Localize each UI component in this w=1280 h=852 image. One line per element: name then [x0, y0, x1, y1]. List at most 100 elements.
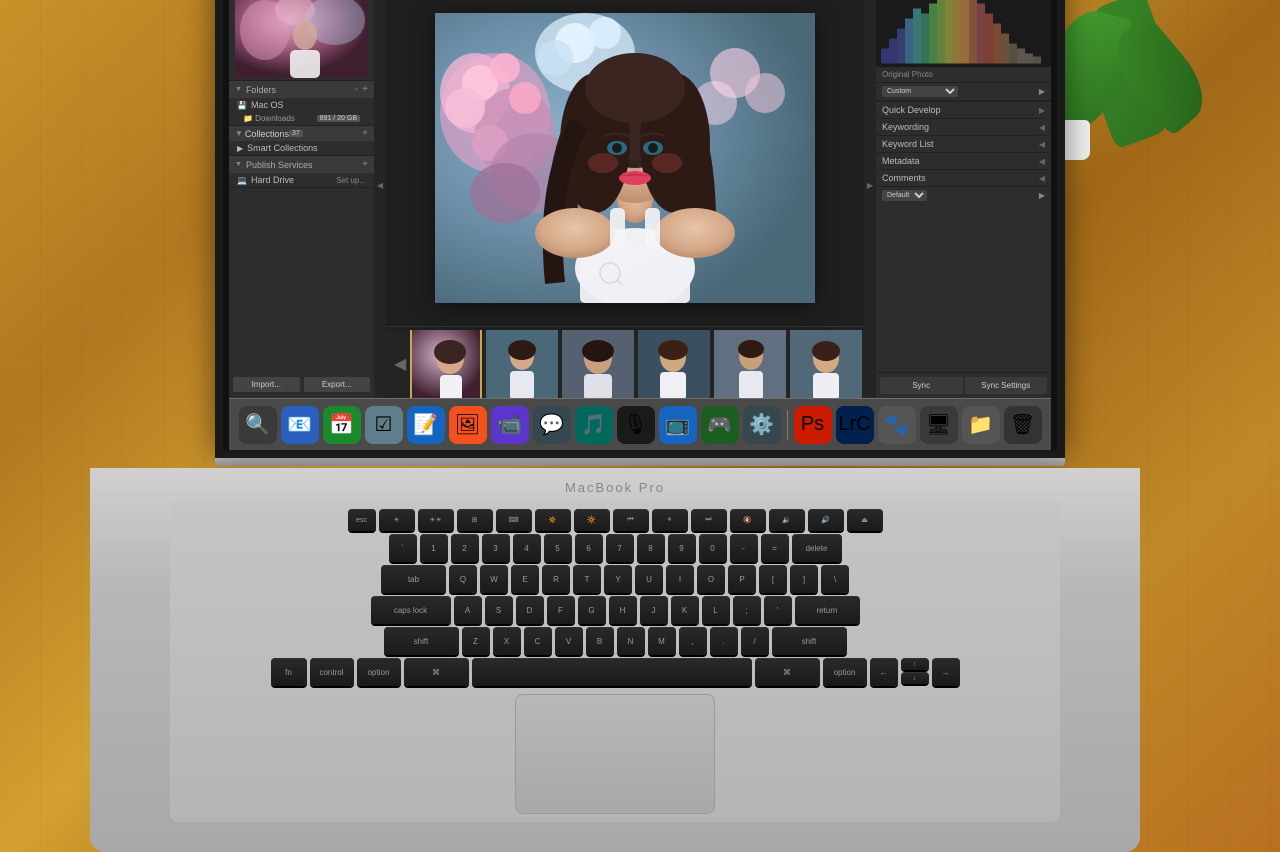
key-u[interactable]: U: [635, 565, 663, 593]
key-2[interactable]: 2: [451, 534, 479, 562]
folders-minus[interactable]: -: [355, 84, 358, 95]
dock-settings[interactable]: ⚙️: [743, 406, 781, 444]
quick-develop-section[interactable]: Quick Develop ▶: [876, 101, 1051, 118]
key-6[interactable]: 6: [575, 534, 603, 562]
key-lbracket[interactable]: [: [759, 565, 787, 593]
key-1[interactable]: 1: [420, 534, 448, 562]
dock-finder[interactable]: 🔍: [239, 406, 277, 444]
key-i[interactable]: I: [666, 565, 694, 593]
key-f5[interactable]: 🔅: [535, 509, 571, 531]
dock-podcasts[interactable]: 🎙: [617, 406, 655, 444]
key-q[interactable]: Q: [449, 565, 477, 593]
key-f4[interactable]: ⌨: [496, 509, 532, 531]
key-l[interactable]: L: [702, 596, 730, 624]
key-e[interactable]: E: [511, 565, 539, 593]
dock-trash[interactable]: 🗑: [1004, 406, 1042, 444]
hard-drive-service[interactable]: 💻 Hard Drive: [237, 175, 294, 185]
key-0[interactable]: 0: [699, 534, 727, 562]
key-y[interactable]: Y: [604, 565, 632, 593]
keywording-section[interactable]: Keywording ◀: [876, 118, 1051, 135]
key-space[interactable]: [472, 658, 752, 686]
key-n[interactable]: N: [617, 627, 645, 655]
key-eject[interactable]: ⏏: [847, 509, 883, 531]
dock-ps[interactable]: Ps: [794, 406, 832, 444]
key-control[interactable]: control: [310, 658, 354, 686]
dock-extra2[interactable]: 🖥: [920, 406, 958, 444]
key-x[interactable]: X: [493, 627, 521, 655]
key-tab[interactable]: tab: [381, 565, 446, 593]
dock-notes[interactable]: 📝: [407, 406, 445, 444]
sync-settings-button[interactable]: Sync Settings: [965, 377, 1048, 394]
key-m[interactable]: M: [648, 627, 676, 655]
metadata-section[interactable]: Metadata ◀: [876, 152, 1051, 169]
key-f6[interactable]: 🔆: [574, 509, 610, 531]
tone-curve-select[interactable]: Custom Linear Medium Contrast: [882, 86, 958, 97]
dock-messages[interactable]: 💬: [533, 406, 571, 444]
key-equals[interactable]: =: [761, 534, 789, 562]
key-f8[interactable]: ⏸: [652, 509, 688, 531]
dock-lrc[interactable]: LrC: [836, 406, 874, 444]
folder-downloads[interactable]: 📁 Downloads 891 / 20 GB: [229, 112, 374, 125]
key-k[interactable]: K: [671, 596, 699, 624]
key-quote[interactable]: ': [764, 596, 792, 624]
dock-appstore[interactable]: 🎮: [701, 406, 739, 444]
key-backtick[interactable]: `: [389, 534, 417, 562]
key-d[interactable]: D: [516, 596, 544, 624]
key-f3[interactable]: ⊞: [457, 509, 493, 531]
key-slash[interactable]: /: [741, 627, 769, 655]
key-backslash[interactable]: \: [821, 565, 849, 593]
key-f12[interactable]: 🔊: [808, 509, 844, 531]
key-f[interactable]: F: [547, 596, 575, 624]
default-expand[interactable]: ▶: [1039, 191, 1045, 200]
key-c[interactable]: C: [524, 627, 552, 655]
key-return[interactable]: return: [795, 596, 860, 624]
dock-extra1[interactable]: 🐾: [878, 406, 916, 444]
key-rbracket[interactable]: ]: [790, 565, 818, 593]
key-g[interactable]: G: [578, 596, 606, 624]
key-up[interactable]: ↑: [901, 658, 929, 670]
key-minus[interactable]: -: [730, 534, 758, 562]
key-j[interactable]: J: [640, 596, 668, 624]
setup-button[interactable]: Set up...: [336, 176, 366, 185]
film-thumb-6[interactable]: [790, 330, 862, 398]
key-fn[interactable]: fn: [271, 658, 307, 686]
folder-macos[interactable]: 💾 Mac OS: [229, 98, 374, 112]
comments-section[interactable]: Comments ◀: [876, 169, 1051, 186]
key-roption[interactable]: option: [823, 658, 867, 686]
film-thumb-5[interactable]: [714, 330, 786, 398]
key-f1[interactable]: ☀: [379, 509, 415, 531]
key-h[interactable]: H: [609, 596, 637, 624]
film-thumb-2[interactable]: [486, 330, 558, 398]
export-button[interactable]: Export...: [304, 377, 371, 392]
right-panel-collapse[interactable]: ▶: [864, 0, 876, 398]
dock-tv[interactable]: 📺: [659, 406, 697, 444]
key-down[interactable]: ↓: [901, 672, 929, 684]
filmstrip-prev[interactable]: ◀: [394, 354, 406, 374]
key-r[interactable]: R: [542, 565, 570, 593]
key-p[interactable]: P: [728, 565, 756, 593]
key-left[interactable]: ←: [870, 658, 898, 686]
key-semicolon[interactable]: ;: [733, 596, 761, 624]
dock-photos[interactable]: 🖼: [449, 406, 487, 444]
keyword-list-section[interactable]: Keyword List ◀: [876, 135, 1051, 152]
key-f10[interactable]: 🔇: [730, 509, 766, 531]
key-capslock[interactable]: caps lock: [371, 596, 451, 624]
key-delete[interactable]: delete: [792, 534, 842, 562]
import-button[interactable]: Import...: [233, 377, 300, 392]
dock-mail[interactable]: 📧: [281, 406, 319, 444]
key-v[interactable]: V: [555, 627, 583, 655]
key-z[interactable]: Z: [462, 627, 490, 655]
key-esc[interactable]: esc: [348, 509, 376, 531]
key-3[interactable]: 3: [482, 534, 510, 562]
key-f11[interactable]: 🔉: [769, 509, 805, 531]
key-5[interactable]: 5: [544, 534, 572, 562]
dock-extra3[interactable]: 📁: [962, 406, 1000, 444]
key-f9[interactable]: ⏭: [691, 509, 727, 531]
film-thumb-1[interactable]: [410, 330, 482, 398]
key-comma[interactable]: ,: [679, 627, 707, 655]
key-w[interactable]: W: [480, 565, 508, 593]
dock-facetime[interactable]: 📹: [491, 406, 529, 444]
key-7[interactable]: 7: [606, 534, 634, 562]
key-lshift[interactable]: shift: [384, 627, 459, 655]
key-f2[interactable]: ☀☀: [418, 509, 454, 531]
